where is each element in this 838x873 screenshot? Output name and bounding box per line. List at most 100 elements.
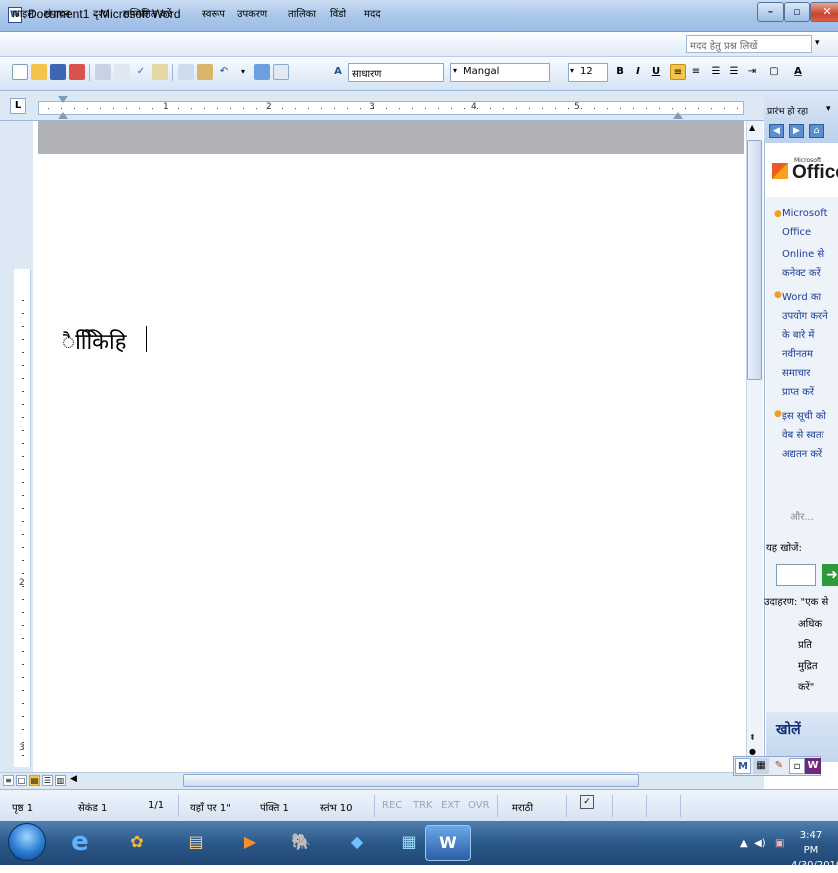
table-icon[interactable] (273, 64, 289, 80)
menu-help[interactable]: मदद (364, 6, 381, 20)
menu-edit[interactable]: संपादन (44, 6, 70, 20)
link-word-news[interactable]: समाचार (782, 365, 810, 379)
indent-icon[interactable]: ⇥ (744, 64, 760, 80)
open-section-title[interactable]: खोलें (776, 720, 801, 739)
tab-selector[interactable]: L (10, 98, 26, 114)
align-left-icon[interactable]: ≡ (670, 64, 686, 80)
menu-format[interactable]: स्वरूप (202, 6, 225, 20)
search-input[interactable] (776, 564, 816, 586)
open-folder-icon[interactable] (31, 64, 47, 80)
start-button[interactable] (8, 823, 46, 861)
volume-icon[interactable]: ◀) (754, 838, 766, 849)
document-page[interactable] (38, 154, 744, 768)
media-center-icon[interactable]: ✿ (114, 825, 160, 861)
bold-button[interactable]: B (612, 64, 628, 80)
undo-icon[interactable]: ↶ (216, 64, 232, 80)
underline-button[interactable]: U (648, 64, 664, 80)
select-browse-object-icon[interactable]: ● (749, 747, 756, 756)
document-text[interactable]: ैकिििहि (62, 326, 126, 356)
menu-insert[interactable]: सम्मिलित करें (123, 6, 171, 20)
forward-icon[interactable]: ▶ (789, 124, 804, 138)
normal-view-icon[interactable]: ≡ (3, 775, 14, 786)
status-ovr[interactable]: OVR (468, 800, 489, 811)
link-word-news[interactable]: के बारे में (782, 327, 814, 341)
minimize-langbar-icon[interactable]: ▫ (789, 758, 805, 774)
link-office-online[interactable]: कनेक्ट करें (782, 265, 821, 279)
right-indent-marker[interactable] (673, 112, 683, 119)
search-go-button[interactable]: ➜ (822, 564, 838, 586)
status-ext[interactable]: EXT (441, 800, 460, 811)
scroll-left-icon[interactable]: ◀ (70, 774, 77, 784)
link-auto-update[interactable]: वेब से स्वतः (782, 427, 824, 441)
task-pane-menu-icon[interactable]: ▾ (826, 104, 831, 114)
undo-dropdown-icon[interactable]: ▾ (235, 64, 251, 80)
media-player-icon[interactable]: ▶ (227, 825, 273, 861)
paste-icon[interactable] (197, 64, 213, 80)
internet-explorer-icon[interactable]: e (57, 825, 103, 861)
menu-file[interactable]: फ़ाइल (12, 6, 34, 20)
previous-page-icon[interactable]: ⇞ (749, 733, 756, 742)
italic-button[interactable]: I (630, 64, 646, 80)
task-pane-title[interactable]: प्रारंभ हो रहा (767, 104, 808, 117)
keyboard-icon[interactable]: ▦ (753, 758, 769, 774)
first-line-indent-marker[interactable] (58, 96, 68, 103)
close-button[interactable]: ✕ (810, 2, 838, 22)
more-link[interactable]: और... (790, 509, 814, 523)
horizontal-scrollbar-thumb[interactable] (183, 774, 639, 787)
status-language[interactable]: मराठी (512, 800, 533, 814)
link-word-news[interactable]: Word का (782, 289, 821, 303)
tray-arrow-icon[interactable]: ▲ (740, 838, 748, 849)
home-icon[interactable]: ⌂ (809, 124, 824, 138)
explorer-icon[interactable]: ▤ (173, 825, 219, 861)
minimize-button[interactable]: – (757, 2, 784, 22)
bullets-icon[interactable]: ☰ (726, 64, 742, 80)
border-icon[interactable]: ▢ (766, 64, 782, 80)
menu-table[interactable]: तालिका (288, 6, 316, 20)
link-auto-update[interactable]: अद्यतन करें (782, 446, 822, 460)
spelling-icon[interactable]: ✓ (133, 64, 149, 80)
outline-view-icon[interactable]: ☰ (42, 775, 53, 786)
vertical-scrollbar-thumb[interactable] (747, 140, 762, 380)
status-trk[interactable]: TRK (413, 800, 433, 811)
reading-layout-icon[interactable]: ▥ (55, 775, 66, 786)
word-lang-icon[interactable]: W (805, 758, 821, 774)
font-dropdown-icon[interactable]: ▾ (453, 66, 457, 75)
link-word-news[interactable]: उपयोग करने (782, 308, 828, 322)
copy-icon[interactable] (178, 64, 194, 80)
link-word-news[interactable]: प्राप्त करें (782, 384, 814, 398)
handwriting-icon[interactable]: ✎ (771, 758, 787, 774)
menu-view[interactable]: दृश्य (93, 6, 108, 20)
word-taskbar-icon[interactable]: W (425, 825, 471, 861)
link-word-news[interactable]: नवीनतम (782, 346, 813, 360)
left-indent-marker[interactable] (58, 112, 68, 119)
align-center-icon[interactable]: ≡ (688, 64, 704, 80)
maximize-button[interactable]: ▫ (784, 2, 810, 22)
save-icon[interactable] (50, 64, 66, 80)
font-color-button[interactable]: A (790, 64, 806, 80)
help-dropdown-icon[interactable]: ▾ (815, 38, 820, 48)
tray-clock[interactable]: 3:47 PM 4/30/2010 (791, 828, 838, 873)
link-auto-update[interactable]: इस सूची को (782, 408, 826, 422)
input-method-icon[interactable]: M (735, 758, 751, 774)
menu-window[interactable]: विंडो (330, 6, 346, 20)
print-layout-icon[interactable]: ▤ (29, 775, 40, 786)
back-icon[interactable]: ◀ (769, 124, 784, 138)
new-document-icon[interactable] (12, 64, 28, 80)
styles-icon[interactable]: A (330, 64, 346, 80)
numbering-icon[interactable]: ☰ (708, 64, 724, 80)
print-icon[interactable] (95, 64, 111, 80)
menu-tools[interactable]: उपकरण (237, 6, 267, 20)
permission-icon[interactable] (69, 64, 85, 80)
network-icon[interactable]: ▣ (775, 838, 784, 849)
link-office-online[interactable]: Online से (782, 246, 824, 260)
hyperlink-icon[interactable] (254, 64, 270, 80)
font-size-dropdown-icon[interactable]: ▾ (570, 66, 574, 75)
status-rec[interactable]: REC (382, 800, 402, 811)
research-icon[interactable] (152, 64, 168, 80)
print-preview-icon[interactable] (114, 64, 130, 80)
spelling-status-icon[interactable]: ✓ (580, 795, 594, 809)
link-office-online[interactable]: Office (782, 227, 811, 238)
scroll-up-icon[interactable]: ▲ (749, 123, 755, 132)
app-icon[interactable]: ◆ (334, 825, 380, 861)
horizontal-ruler[interactable] (38, 101, 744, 115)
